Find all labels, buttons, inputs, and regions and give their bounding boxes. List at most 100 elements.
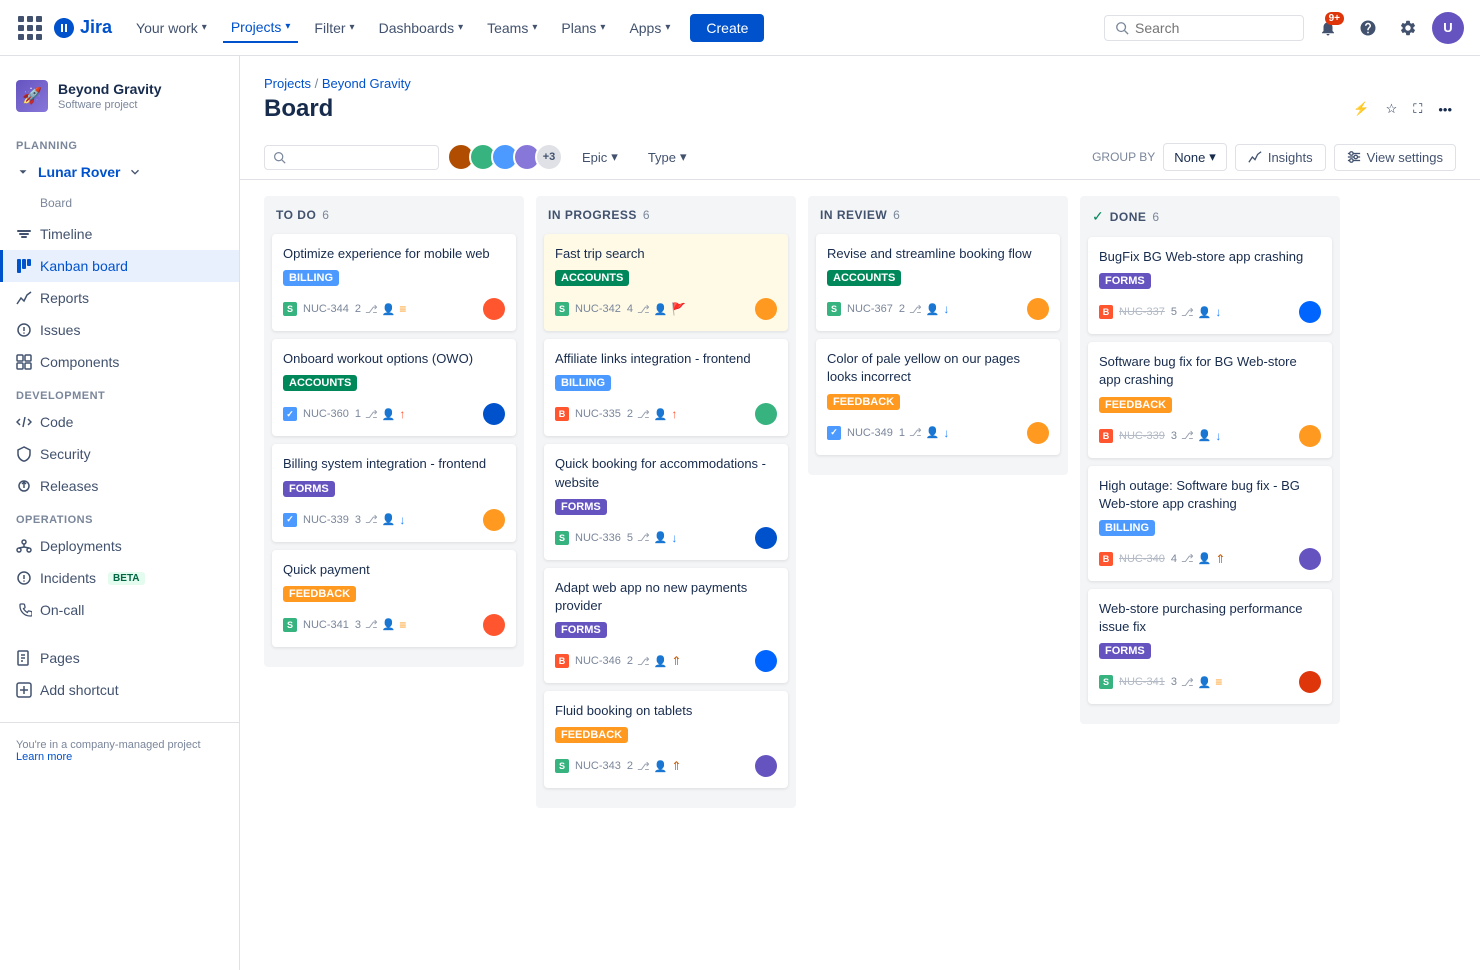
nav-dashboards[interactable]: Dashboards ▾ — [371, 14, 472, 42]
breadcrumb-project[interactable]: Beyond Gravity — [322, 76, 411, 91]
card-assignee-avatar — [755, 527, 777, 549]
sidebar-item-releases[interactable]: Releases — [0, 470, 239, 502]
jira-logo[interactable]: Jira — [52, 16, 112, 40]
card-id: NUC-335 — [575, 408, 621, 420]
card-meta: 3 ⎇ 👤 ↓ — [355, 513, 477, 527]
kanban-card[interactable]: Fluid booking on tablets FEEDBACK S NUC-… — [544, 691, 788, 788]
issue-type-icon: S — [1099, 675, 1113, 689]
board-search-input[interactable] — [290, 150, 430, 165]
card-footer: S NUC-367 2 ⎇ 👤 ↓ — [827, 298, 1049, 320]
star-button[interactable]: ☆ — [1382, 97, 1402, 121]
learn-more-link[interactable]: Learn more — [16, 751, 223, 763]
board-toolbar: +3 Epic ▾ Type ▾ GROUP BY None ▾ Insight… — [240, 135, 1480, 180]
add-shortcut-icon — [16, 682, 32, 698]
sidebar-item-deployments[interactable]: Deployments — [0, 530, 239, 562]
card-assignee-avatar — [755, 298, 777, 320]
issue-type-icon: ✓ — [283, 407, 297, 421]
card-title: Revise and streamline booking flow — [827, 245, 1049, 263]
lunar-rover-dropdown[interactable]: Lunar Rover — [0, 156, 239, 188]
kanban-board: TO DO 6 Optimize experience for mobile w… — [240, 180, 1480, 950]
kanban-card[interactable]: Color of pale yellow on our pages looks … — [816, 339, 1060, 454]
col-header: IN PROGRESS 6 — [544, 208, 788, 222]
kanban-card[interactable]: Optimize experience for mobile web BILLI… — [272, 234, 516, 331]
nav-teams[interactable]: Teams ▾ — [479, 14, 545, 42]
sidebar-item-oncall[interactable]: On-call — [0, 594, 239, 626]
sidebar-item-kanban[interactable]: Kanban board — [0, 250, 239, 282]
sidebar-item-security[interactable]: Security — [0, 438, 239, 470]
done-check-icon: ✓ — [1092, 208, 1104, 225]
sidebar-item-components[interactable]: Components — [0, 346, 239, 378]
notifications-button[interactable]: 9+ — [1312, 12, 1344, 44]
nav-apps[interactable]: Apps ▾ — [621, 14, 678, 42]
kanban-card[interactable]: Web-store purchasing performance issue f… — [1088, 589, 1332, 704]
card-footer: S NUC-341 3 ⎇ 👤 ≡ — [283, 614, 505, 636]
card-title: Web-store purchasing performance issue f… — [1099, 600, 1321, 636]
nav-filter[interactable]: Filter ▾ — [306, 14, 362, 42]
breadcrumb-projects[interactable]: Projects — [264, 76, 311, 91]
settings-button[interactable] — [1392, 12, 1424, 44]
kanban-card[interactable]: Billing system integration - frontend FO… — [272, 444, 516, 541]
apps-launcher[interactable] — [16, 14, 44, 42]
card-meta: 3 ⎇ 👤 ≡ — [1171, 675, 1293, 689]
card-tag: FEEDBACK — [283, 586, 356, 602]
epic-filter[interactable]: Epic ▾ — [571, 143, 629, 171]
card-footer: ✓ NUC-339 3 ⎇ 👤 ↓ — [283, 509, 505, 531]
card-footer: S NUC-336 5 ⎇ 👤 ↓ — [555, 527, 777, 549]
insights-button[interactable]: Insights — [1235, 144, 1326, 171]
kanban-card[interactable]: Software bug fix for BG Web-store app cr… — [1088, 342, 1332, 457]
card-tag: FORMS — [1099, 273, 1151, 289]
issue-type-icon: B — [1099, 552, 1113, 566]
board-column-inprogress: IN PROGRESS 6 Fast trip search ACCOUNTS … — [536, 196, 796, 808]
sidebar-item-add-shortcut[interactable]: Add shortcut — [0, 674, 239, 706]
sidebar-item-issues[interactable]: Issues — [0, 314, 239, 346]
type-filter[interactable]: Type ▾ — [637, 143, 698, 171]
nav-plans[interactable]: Plans ▾ — [553, 14, 613, 42]
kanban-card[interactable]: Revise and streamline booking flow ACCOU… — [816, 234, 1060, 331]
card-id: NUC-339 — [303, 514, 349, 526]
operations-section-label: OPERATIONS — [0, 502, 239, 530]
breadcrumb: Projects / Beyond Gravity — [264, 76, 1456, 91]
create-button[interactable]: Create — [690, 14, 764, 42]
nav-your-work[interactable]: Your work ▾ — [128, 14, 215, 42]
sidebar-item-incidents[interactable]: Incidents BETA — [0, 562, 239, 594]
kanban-card[interactable]: Onboard workout options (OWO) ACCOUNTS ✓… — [272, 339, 516, 436]
more-button[interactable]: ••• — [1434, 98, 1456, 121]
kanban-card[interactable]: Quick booking for accommodations - websi… — [544, 444, 788, 559]
group-by-select[interactable]: None ▾ — [1163, 143, 1227, 171]
card-title: Software bug fix for BG Web-store app cr… — [1099, 353, 1321, 389]
fullscreen-button[interactable]: ⛶ — [1409, 97, 1426, 121]
card-id: NUC-341 — [303, 619, 349, 631]
sidebar-item-code[interactable]: Code — [0, 406, 239, 438]
kanban-card[interactable]: High outage: Software bug fix - BG Web-s… — [1088, 466, 1332, 581]
kanban-card[interactable]: Fast trip search ACCOUNTS S NUC-342 4 ⎇ … — [544, 234, 788, 331]
sidebar-item-reports[interactable]: Reports — [0, 282, 239, 314]
nav-projects[interactable]: Projects ▾ — [223, 13, 299, 43]
card-meta: 4 ⎇ 👤 ⇑ — [1171, 552, 1293, 566]
avatar-more[interactable]: +3 — [535, 143, 563, 171]
sidebar-item-pages[interactable]: Pages — [0, 642, 239, 674]
col-header: ✓ DONE 6 — [1088, 208, 1332, 225]
card-tag: FORMS — [555, 499, 607, 515]
card-meta: 2 ⎇ 👤 ⇑ — [627, 654, 749, 668]
kanban-card[interactable]: BugFix BG Web-store app crashing FORMS B… — [1088, 237, 1332, 334]
search-icon — [273, 151, 286, 164]
help-button[interactable] — [1352, 12, 1384, 44]
lightning-button[interactable]: ⚡ — [1349, 97, 1373, 121]
search-input[interactable] — [1135, 20, 1275, 36]
sidebar: 🚀 Beyond Gravity Software project PLANNI… — [0, 56, 240, 970]
kanban-card[interactable]: Quick payment FEEDBACK S NUC-341 3 ⎇ 👤 ≡ — [272, 550, 516, 647]
issue-type-icon: S — [555, 759, 569, 773]
board-search[interactable] — [264, 145, 439, 170]
issue-type-icon: B — [555, 407, 569, 421]
card-meta: 2 ⎇ 👤 ↑ — [627, 407, 749, 421]
card-title: Billing system integration - frontend — [283, 455, 505, 473]
search-box[interactable] — [1104, 15, 1304, 41]
card-meta: 2 ⎇ 👤 ≡ — [355, 302, 477, 316]
card-meta: 3 ⎇ 👤 ≡ — [355, 618, 477, 632]
user-avatar[interactable]: U — [1432, 12, 1464, 44]
sidebar-item-timeline[interactable]: Timeline — [0, 218, 239, 250]
kanban-card[interactable]: Affiliate links integration - frontend B… — [544, 339, 788, 436]
card-assignee-avatar — [483, 403, 505, 425]
view-settings-button[interactable]: View settings — [1334, 144, 1456, 171]
kanban-card[interactable]: Adapt web app no new payments provider F… — [544, 568, 788, 683]
